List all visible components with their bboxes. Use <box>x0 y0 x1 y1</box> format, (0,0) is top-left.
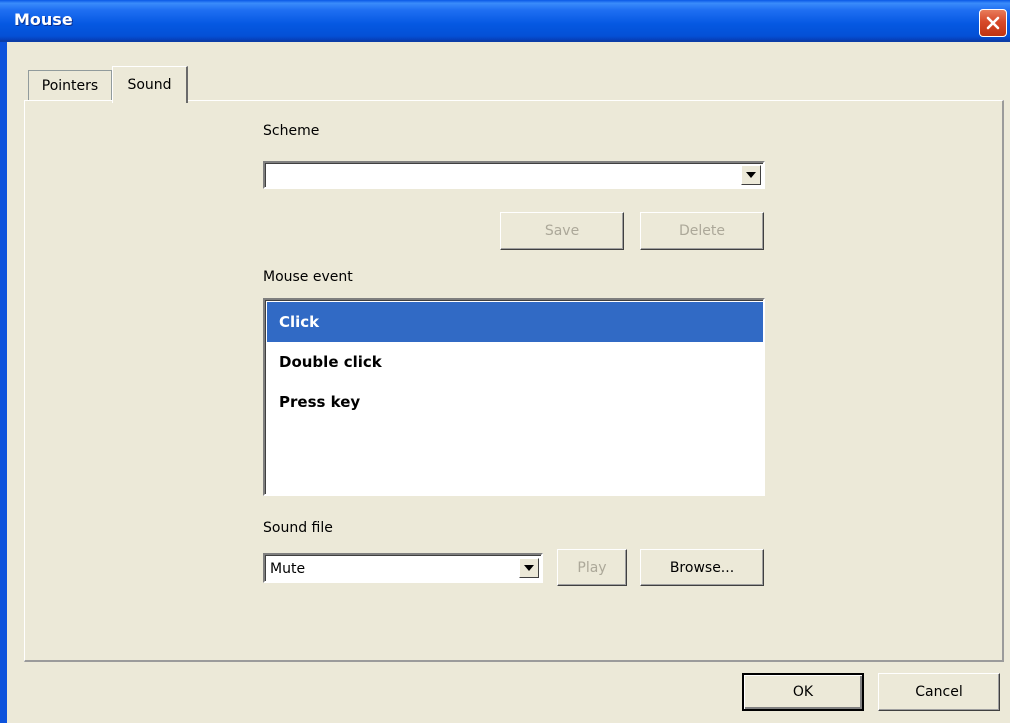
cancel-button-label: Cancel <box>915 684 963 700</box>
browse-button[interactable]: Browse... <box>640 549 764 586</box>
play-button[interactable]: Play <box>557 549 627 586</box>
tab-pointers-label: Pointers <box>41 78 99 94</box>
sound-file-value: Mute <box>270 561 306 577</box>
tab-sound[interactable]: Sound <box>112 66 188 103</box>
ok-button[interactable]: OK <box>742 673 864 711</box>
play-button-label: Play <box>577 559 607 576</box>
delete-button-label: Delete <box>679 223 725 239</box>
sound-file-dropdown-arrow[interactable] <box>519 558 539 578</box>
title-bar[interactable]: Mouse <box>0 0 1010 42</box>
save-button-label: Save <box>544 223 580 239</box>
list-item-double-click[interactable]: Double click <box>267 342 763 382</box>
cancel-button[interactable]: Cancel <box>878 673 1000 711</box>
list-item-label: Click <box>279 313 320 331</box>
list-item-label: Press key <box>279 393 361 411</box>
browse-button-label: Browse... <box>669 559 735 576</box>
delete-button[interactable]: Delete <box>640 212 764 250</box>
tab-pointers[interactable]: Pointers <box>28 70 112 101</box>
list-item-click[interactable]: Click <box>267 302 763 342</box>
chevron-down-icon <box>524 565 534 571</box>
save-button[interactable]: Save <box>500 212 624 250</box>
window-title: Mouse <box>14 10 73 29</box>
close-button[interactable] <box>979 9 1007 37</box>
close-icon <box>986 16 1000 30</box>
ok-button-label: OK <box>792 684 814 700</box>
chevron-down-icon <box>746 172 756 178</box>
sound-file-dropdown[interactable]: Mute <box>263 553 543 583</box>
tab-sound-label: Sound <box>127 77 172 93</box>
scheme-dropdown[interactable] <box>263 161 765 189</box>
window-frame-left <box>0 42 7 723</box>
list-item-label: Double click <box>279 353 382 371</box>
mouse-event-list[interactable]: Click Double click Press key <box>263 298 765 496</box>
list-item-press-key[interactable]: Press key <box>267 382 763 422</box>
scheme-dropdown-arrow[interactable] <box>741 165 761 185</box>
